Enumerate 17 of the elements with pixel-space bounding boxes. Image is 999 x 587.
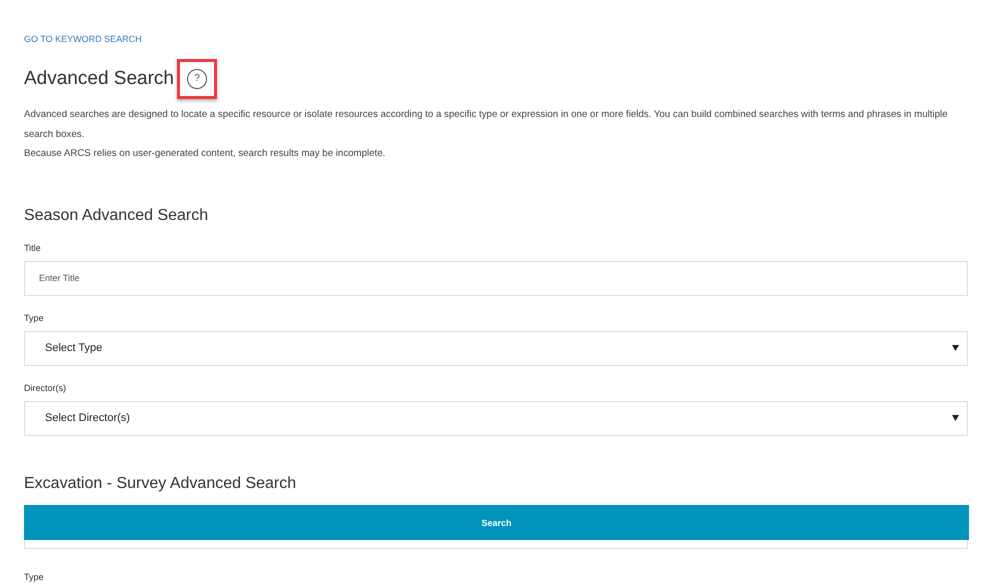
section-title: Season Advanced Search [24,206,210,226]
caret-icon [952,345,959,351]
keyword-search-link[interactable]: GO TO KEYWORD SEARCH [24,33,142,45]
section-title: Excavation - Survey Advanced Search [24,474,298,494]
search-button[interactable]: Search [24,505,969,540]
description-text: Because ARCS relies on user-generated content, search results may be incomplete. [24,147,386,161]
field-label: Type [24,570,45,582]
caret-icon [952,415,959,421]
select-field[interactable]: Select Director(s) [24,400,968,436]
text-input[interactable]: Enter Title [24,260,968,296]
field-label: Type [24,312,45,324]
description-text: Advanced searches are designed to locate a specific resource or isolate resources according to a specific type or expression in one or more fields. You can build combined searches with terms and phrases in multiple search boxes. [24,108,948,142]
field-label: Director(s) [24,382,67,394]
field-label: Title [24,242,42,254]
page-title: Advanced Search [24,67,174,91]
help-icon[interactable]: ? [187,69,207,89]
select-field[interactable]: Select Type [24,330,968,366]
